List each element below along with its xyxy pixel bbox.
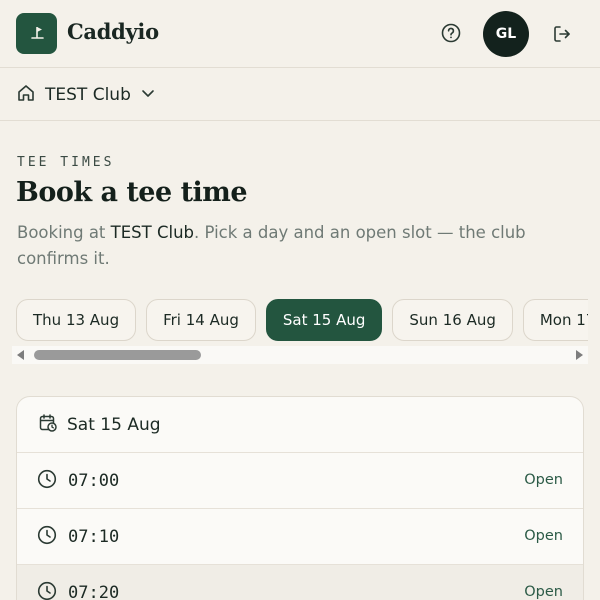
selected-day-label: Sat 15 Aug	[67, 414, 161, 435]
scroll-right-arrow-icon[interactable]	[576, 350, 583, 360]
calendar-clock-icon	[38, 413, 58, 437]
slot-time: 07:20	[68, 582, 120, 600]
logo-flag-icon[interactable]	[16, 13, 57, 54]
intro-text: Booking at TEST Club. Pick a day and an …	[17, 220, 577, 272]
card-header: Sat 15 Aug	[17, 397, 583, 453]
clock-icon	[37, 581, 57, 600]
slot-status: Open	[524, 472, 563, 488]
club-bar: TEST Club	[0, 69, 600, 121]
brand-name[interactable]: Caddyio	[67, 19, 159, 44]
slot-time: 07:00	[68, 470, 120, 491]
day-chip[interactable]: Thu 13 Aug	[16, 299, 137, 341]
avatar[interactable]: GL	[483, 11, 529, 57]
top-bar: Caddyio GL	[0, 0, 600, 68]
tee-slot-row[interactable]: 07:10 Open	[17, 509, 583, 565]
slot-status: Open	[524, 584, 563, 600]
help-circle-icon[interactable]	[440, 22, 462, 44]
scroll-left-arrow-icon[interactable]	[17, 350, 24, 360]
day-chip[interactable]: Sun 16 Aug	[392, 299, 513, 341]
home-icon	[16, 83, 36, 107]
slot-status: Open	[524, 528, 563, 544]
clock-icon	[37, 525, 57, 549]
chevron-down-icon	[140, 85, 156, 105]
clock-icon	[37, 469, 57, 493]
club-selector[interactable]: TEST Club	[16, 81, 156, 109]
tee-slot-row[interactable]: 07:20 Open	[17, 565, 583, 600]
tee-slot-row[interactable]: 07:00 Open	[17, 453, 583, 509]
intro-club-name: TEST Club	[110, 223, 194, 242]
section-eyebrow: TEE TIMES	[17, 155, 115, 170]
logout-icon[interactable]	[551, 23, 573, 45]
scrollbar-thumb[interactable]	[34, 350, 201, 360]
horizontal-scrollbar[interactable]	[12, 346, 588, 364]
club-name: TEST Club	[45, 85, 131, 105]
day-chip[interactable]: Sat 15 Aug	[265, 299, 383, 341]
page-title: Book a tee time	[16, 177, 248, 208]
intro-prefix: Booking at	[17, 223, 111, 242]
day-chip[interactable]: Mon 17 Aug	[522, 299, 588, 341]
day-picker: Thu 13 Aug Fri 14 Aug Sat 15 Aug Sun 16 …	[16, 299, 588, 343]
day-chip[interactable]: Fri 14 Aug	[146, 299, 256, 341]
tee-slots-card: Sat 15 Aug 07:00 Open 07:10 Open 07:20 O…	[16, 396, 584, 600]
slot-time: 07:10	[68, 526, 120, 547]
